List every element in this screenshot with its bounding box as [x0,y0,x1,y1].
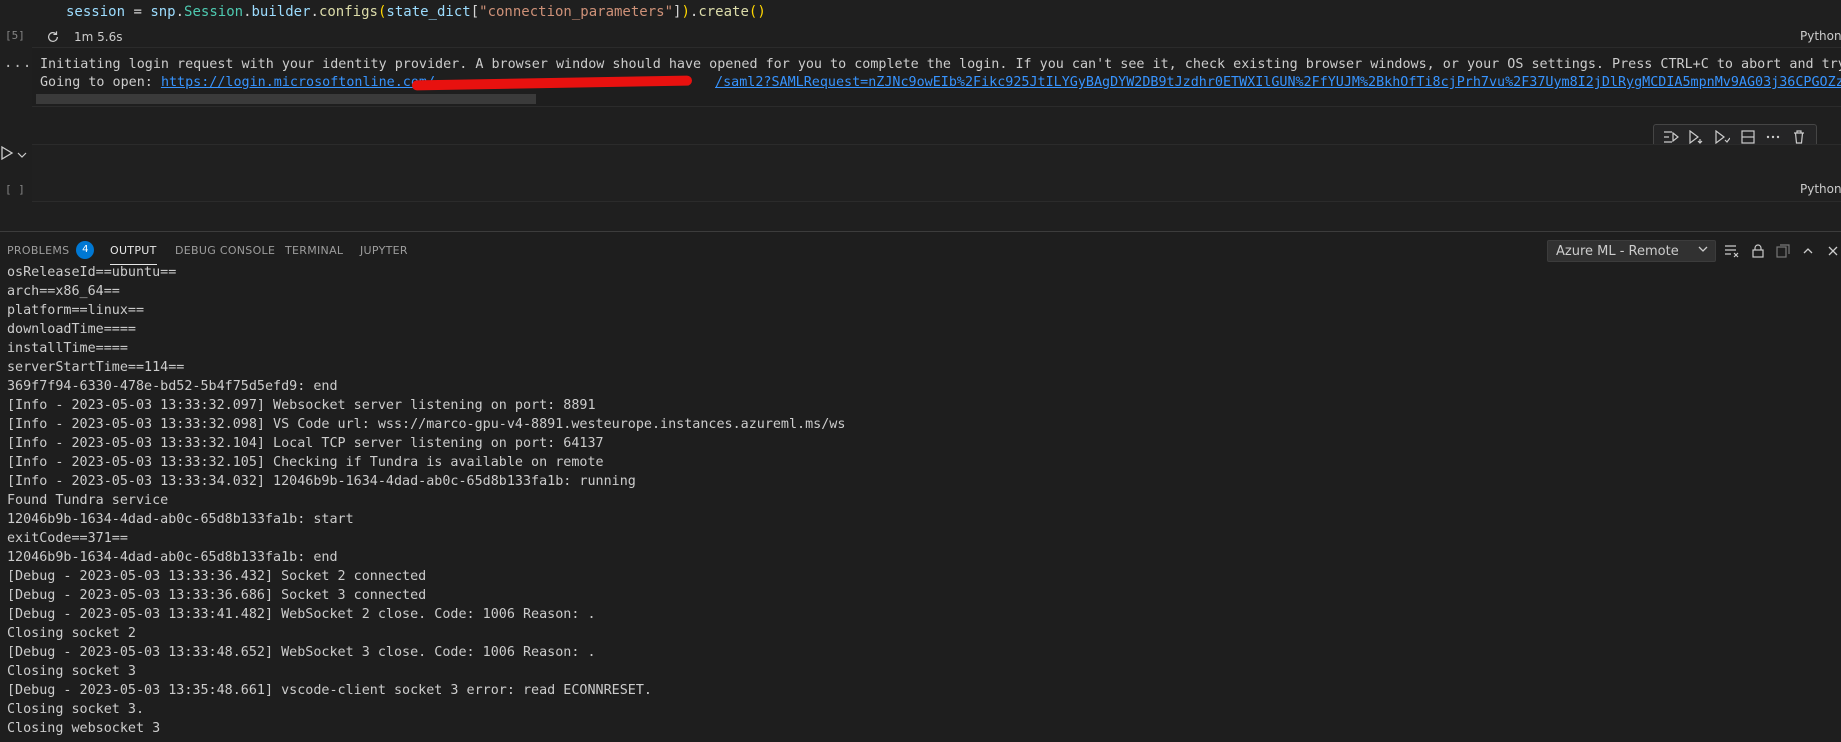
code-token: create [698,4,749,20]
code-token: builder [251,4,311,20]
code-cell-empty[interactable] [32,144,1841,202]
code-token: . [243,4,252,20]
log-line: [Debug - 2023-05-03 13:33:48.652] WebSoc… [7,645,596,660]
log-line: osReleaseId==ubuntu== [7,265,177,280]
code-token: = [125,4,151,20]
log-line: serverStartTime==114== [7,360,185,375]
cell-language[interactable]: Python [1800,182,1841,196]
log-line: Closing socket 3. [7,702,145,717]
execution-count: [ ] [5,183,25,196]
log-line: [Info - 2023-05-03 13:33:34.032] 12046b9… [7,474,636,489]
login-link[interactable]: https://login.microsoftonline.com/ [161,75,435,90]
output-channel-value: Azure ML - Remote [1556,243,1679,259]
code-token: "connection_parameters" [479,4,674,20]
log-line: [Debug - 2023-05-03 13:33:36.686] Socket… [7,588,427,603]
code-token: ) [681,4,690,20]
code-token: snp [150,4,176,20]
execution-count: [5] [5,29,25,42]
open-in-editor-icon[interactable] [1772,240,1794,262]
output-channel-select[interactable]: Azure ML - Remote [1547,240,1716,262]
play-icon [0,145,14,164]
log-line: exitCode==371== [7,531,128,546]
output-log[interactable]: osReleaseId==ubuntu== arch==x86_64==platf… [7,263,1841,742]
output-menu-ellipsis[interactable]: ... [4,55,32,71]
chevron-down-icon[interactable] [17,145,27,164]
code-token: configs [318,4,378,20]
lock-icon[interactable] [1747,240,1769,262]
clear-output-icon[interactable] [1721,240,1743,262]
log-line: Found Tundra service [7,493,169,508]
log-line: [Info - 2023-05-03 13:33:32.105] Checkin… [7,455,604,470]
log-line: installTime==== [7,341,128,356]
code-line[interactable]: session = snp.Session.builder.configs(st… [66,3,766,21]
chevron-down-icon [1697,243,1709,259]
log-line: [Info - 2023-05-03 13:33:32.104] Local T… [7,436,604,451]
tab-label: DEBUG CONSOLE [175,243,276,257]
log-line: 12046b9b-1634-4dad-ab0c-65d8b133fa1b: en… [7,550,338,565]
log-line: Closing socket 2 [7,626,136,641]
code-token: state_dict [386,4,471,20]
run-cell-button[interactable] [0,145,27,164]
bottom-panel: PROBLEMS 4 OUTPUT DEBUG CONSOLE TERMINAL… [0,232,1841,742]
tab-label: OUTPUT [110,243,157,257]
tab-label: PROBLEMS [7,243,70,257]
output-text: Initiating login request with your ident… [40,57,1841,72]
log-line: [Info - 2023-05-03 13:33:32.098] VS Code… [7,417,846,432]
close-icon[interactable] [1822,240,1841,262]
horizontal-scrollbar[interactable] [36,94,536,104]
log-line: arch==x86_64== [7,284,120,299]
code-token: session [66,4,126,20]
output-prefix: Going to open: [40,75,161,90]
log-line: [Debug - 2023-05-03 13:33:36.432] Socket… [7,569,427,584]
problems-count-badge: 4 [76,241,95,259]
log-line: [Info - 2023-05-03 13:33:32.097] Websock… [7,398,596,413]
code-token: Session [184,4,244,20]
tab-label: JUPYTER [360,243,408,257]
log-line: [Debug - 2023-05-03 13:35:48.661] vscode… [7,683,652,698]
cell-language[interactable]: Python [1800,29,1841,43]
output-text: Going to open: https://login.microsofton… [40,74,1841,92]
elapsed-time: 1m 5.6s [74,30,123,44]
notebook-editor: session = snp.Session.builder.configs(st… [0,0,1841,232]
code-token: . [310,4,319,20]
code-token: () [748,4,766,20]
log-line: Closing socket 3 [7,664,136,679]
login-link[interactable]: /saml2?SAMLRequest=nZJNc9owEIb%2Fikc925J… [715,75,1841,90]
log-line: downloadTime==== [7,322,136,337]
code-token: . [175,4,185,20]
tab-label: TERMINAL [285,243,344,257]
log-line: [Debug - 2023-05-03 13:33:41.482] WebSoc… [7,607,596,622]
cell-status: 1m 5.6s [46,28,122,46]
log-line: platform==linux== [7,303,145,318]
code-token: [ [470,4,480,20]
refresh-icon [46,30,60,44]
chevron-up-icon[interactable] [1797,240,1819,262]
log-line: Closing websocket 3 [7,721,161,736]
log-line: 12046b9b-1634-4dad-ab0c-65d8b133fa1b: st… [7,512,354,527]
log-line: 369f7f94-6330-478e-bd52-5b4f75d5efd9: en… [7,379,338,394]
